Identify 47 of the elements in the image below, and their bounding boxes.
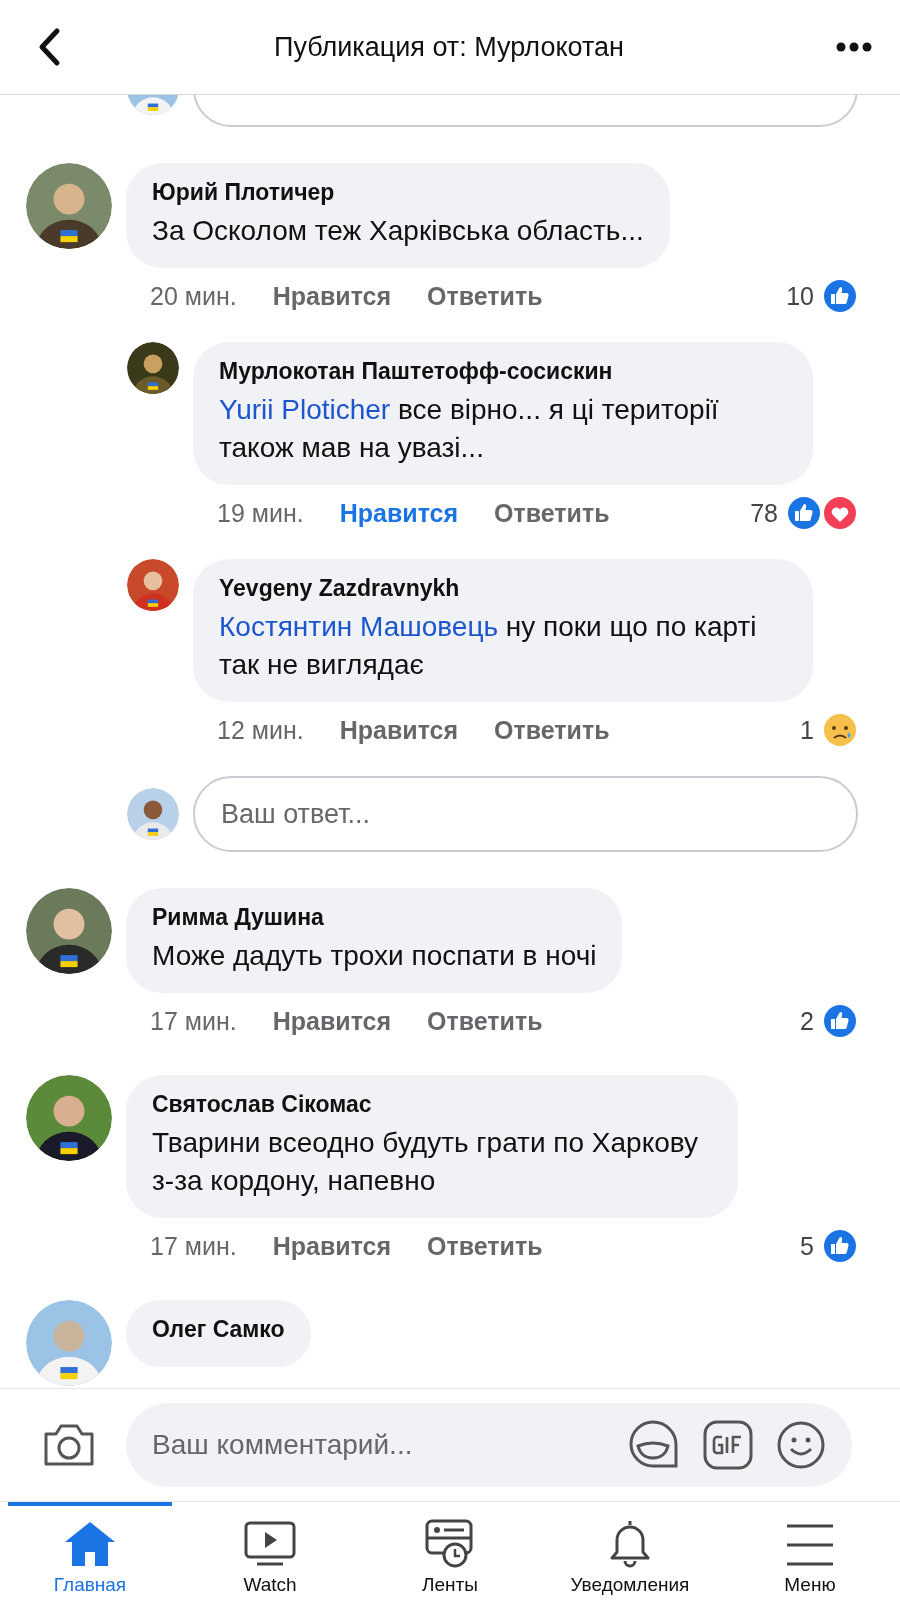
reaction-count: 78 <box>750 498 778 528</box>
reply-link[interactable]: Ответить <box>494 498 610 528</box>
reply-link[interactable]: Ответить <box>427 1231 543 1261</box>
author-name: Олег Самко <box>152 1316 285 1343</box>
comment-time: 20 мин. <box>150 281 237 311</box>
more-button[interactable] <box>836 42 872 52</box>
home-icon <box>63 1520 117 1568</box>
gif-icon[interactable] <box>702 1419 754 1471</box>
like-link[interactable]: Нравится <box>339 715 459 745</box>
reply-link[interactable]: Ответить <box>427 281 543 311</box>
like-icon <box>786 495 822 531</box>
reply-link[interactable]: Ответить <box>494 715 610 745</box>
like-icon <box>822 1228 858 1264</box>
comment-text: Костянтин Машовець ну поки що по карті так не виглядає <box>219 610 758 682</box>
comment-text: Може дадуть трохи поспати в ночі <box>152 939 597 973</box>
comment-time: 12 мин. <box>217 715 304 745</box>
author-name: Юрий Плотичер <box>152 179 336 206</box>
like-link[interactable]: Нравится <box>272 1231 392 1261</box>
comment-time: 17 мин. <box>150 1231 237 1261</box>
camera-icon[interactable] <box>42 1422 96 1468</box>
reaction-count: 5 <box>800 1231 814 1261</box>
comment-time: 19 мин. <box>217 498 304 528</box>
comment-text: За Осколом теж Харківська область... <box>152 214 644 248</box>
reaction-count: 2 <box>800 1006 814 1036</box>
comment-text: Тварини всеодно будуть грати по Харкову з-за кордону, напевно <box>152 1126 700 1198</box>
like-link[interactable]: Нравится <box>339 498 459 528</box>
reaction-count: 10 <box>786 281 814 311</box>
author-name: Мурлокотан Паштетофф-сосискин <box>219 358 614 385</box>
mention-link[interactable]: Yurii Ploticher <box>219 394 391 425</box>
author-name: Святослав Сікомас <box>152 1091 373 1118</box>
sad-face-icon <box>822 712 858 748</box>
comment-time: 17 мин. <box>150 1006 237 1036</box>
like-icon <box>822 278 858 314</box>
emoji-icon[interactable] <box>776 1420 826 1470</box>
like-icon <box>822 1003 858 1039</box>
comment-field[interactable]: Ваш комментарий... <box>126 1403 852 1487</box>
like-link[interactable]: Нравится <box>272 281 392 311</box>
author-name: Римма Душина <box>152 904 325 931</box>
mention-link[interactable]: Костянтин Машовець <box>219 611 499 642</box>
comment-text: Yurii Ploticher все вірно... я ці території також мав на увазі... <box>219 393 720 465</box>
page-title: Публикация от: Мурлокотан <box>274 31 624 63</box>
reaction-count: 1 <box>800 715 814 745</box>
reply-link[interactable]: Ответить <box>427 1006 543 1036</box>
video-icon <box>243 1520 297 1568</box>
reply-field[interactable]: Ваш ответ... <box>193 776 858 852</box>
author-name: Yevgeny Zazdravnykh <box>219 575 461 602</box>
like-link[interactable]: Нравится <box>272 1006 392 1036</box>
